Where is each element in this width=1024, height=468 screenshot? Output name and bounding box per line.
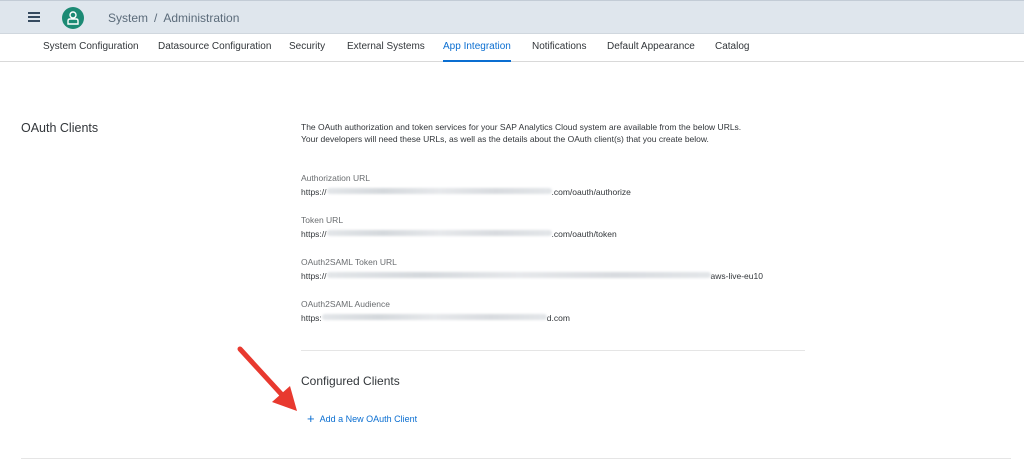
tab-default-appearance[interactable]: Default Appearance <box>607 34 695 62</box>
admin-tab-bar: System Configuration Datasource Configur… <box>0 34 1024 62</box>
redacted-text <box>326 230 552 236</box>
oauth2saml-token-url-suffix: aws-live-eu10 <box>710 271 763 281</box>
oauth2saml-token-url-label: OAuth2SAML Token URL <box>301 257 397 267</box>
add-oauth-client-label: Add a New OAuth Client <box>319 414 418 424</box>
oauth2saml-audience-suffix: d.com <box>546 313 570 323</box>
authorization-url-prefix: https:// <box>301 187 327 197</box>
oauth-clients-title: OAuth Clients <box>21 121 99 135</box>
token-url-suffix: .com/oauth/token <box>551 229 617 239</box>
user-icon <box>67 11 79 25</box>
breadcrumb-administration: Administration <box>163 11 240 25</box>
oauth2saml-token-url-value: https:// aws-live-eu10 <box>301 271 763 281</box>
authorization-url-suffix: .com/oauth/authorize <box>551 187 631 197</box>
breadcrumb: System / Administration <box>108 11 239 25</box>
configured-clients-title: Configured Clients <box>301 374 400 388</box>
tab-security[interactable]: Security <box>289 34 325 62</box>
authorization-url-label: Authorization URL <box>301 173 370 183</box>
breadcrumb-system[interactable]: System <box>108 11 148 25</box>
oauth-content: The OAuth authorization and token servic… <box>301 121 811 323</box>
redacted-text <box>326 272 711 278</box>
hamburger-menu-icon[interactable] <box>27 10 43 24</box>
token-url-prefix: https:// <box>301 229 327 239</box>
annotation-arrow-icon <box>237 346 297 411</box>
token-url-label: Token URL <box>301 215 344 225</box>
oauth2saml-audience-label: OAuth2SAML Audience <box>301 299 390 309</box>
section-divider <box>301 350 805 351</box>
token-url-value: https:// .com/oauth/token <box>301 229 617 239</box>
user-avatar[interactable] <box>62 7 84 29</box>
redacted-text <box>326 188 552 194</box>
tab-datasource-configuration[interactable]: Datasource Configuration <box>158 34 271 62</box>
authorization-url-value: https:// .com/oauth/authorize <box>301 187 631 197</box>
tab-external-systems[interactable]: External Systems <box>347 34 425 62</box>
oauth2saml-token-url-prefix: https:// <box>301 271 327 281</box>
tab-catalog[interactable]: Catalog <box>715 34 749 62</box>
plus-icon: + <box>307 411 315 426</box>
tab-system-configuration[interactable]: System Configuration <box>43 34 139 62</box>
oauth2saml-audience-value: https: d.com <box>301 313 570 323</box>
breadcrumb-separator: / <box>154 11 158 25</box>
shell-header: System / Administration <box>0 0 1024 34</box>
oauth-intro-text: The OAuth authorization and token servic… <box>301 122 742 144</box>
oauth2saml-audience-prefix: https: <box>301 313 322 323</box>
tab-notifications[interactable]: Notifications <box>532 34 586 62</box>
redacted-text <box>321 314 547 320</box>
tab-app-integration[interactable]: App Integration <box>443 34 511 62</box>
add-oauth-client-button[interactable]: + Add a New OAuth Client <box>307 411 417 426</box>
bottom-divider <box>21 458 1011 459</box>
